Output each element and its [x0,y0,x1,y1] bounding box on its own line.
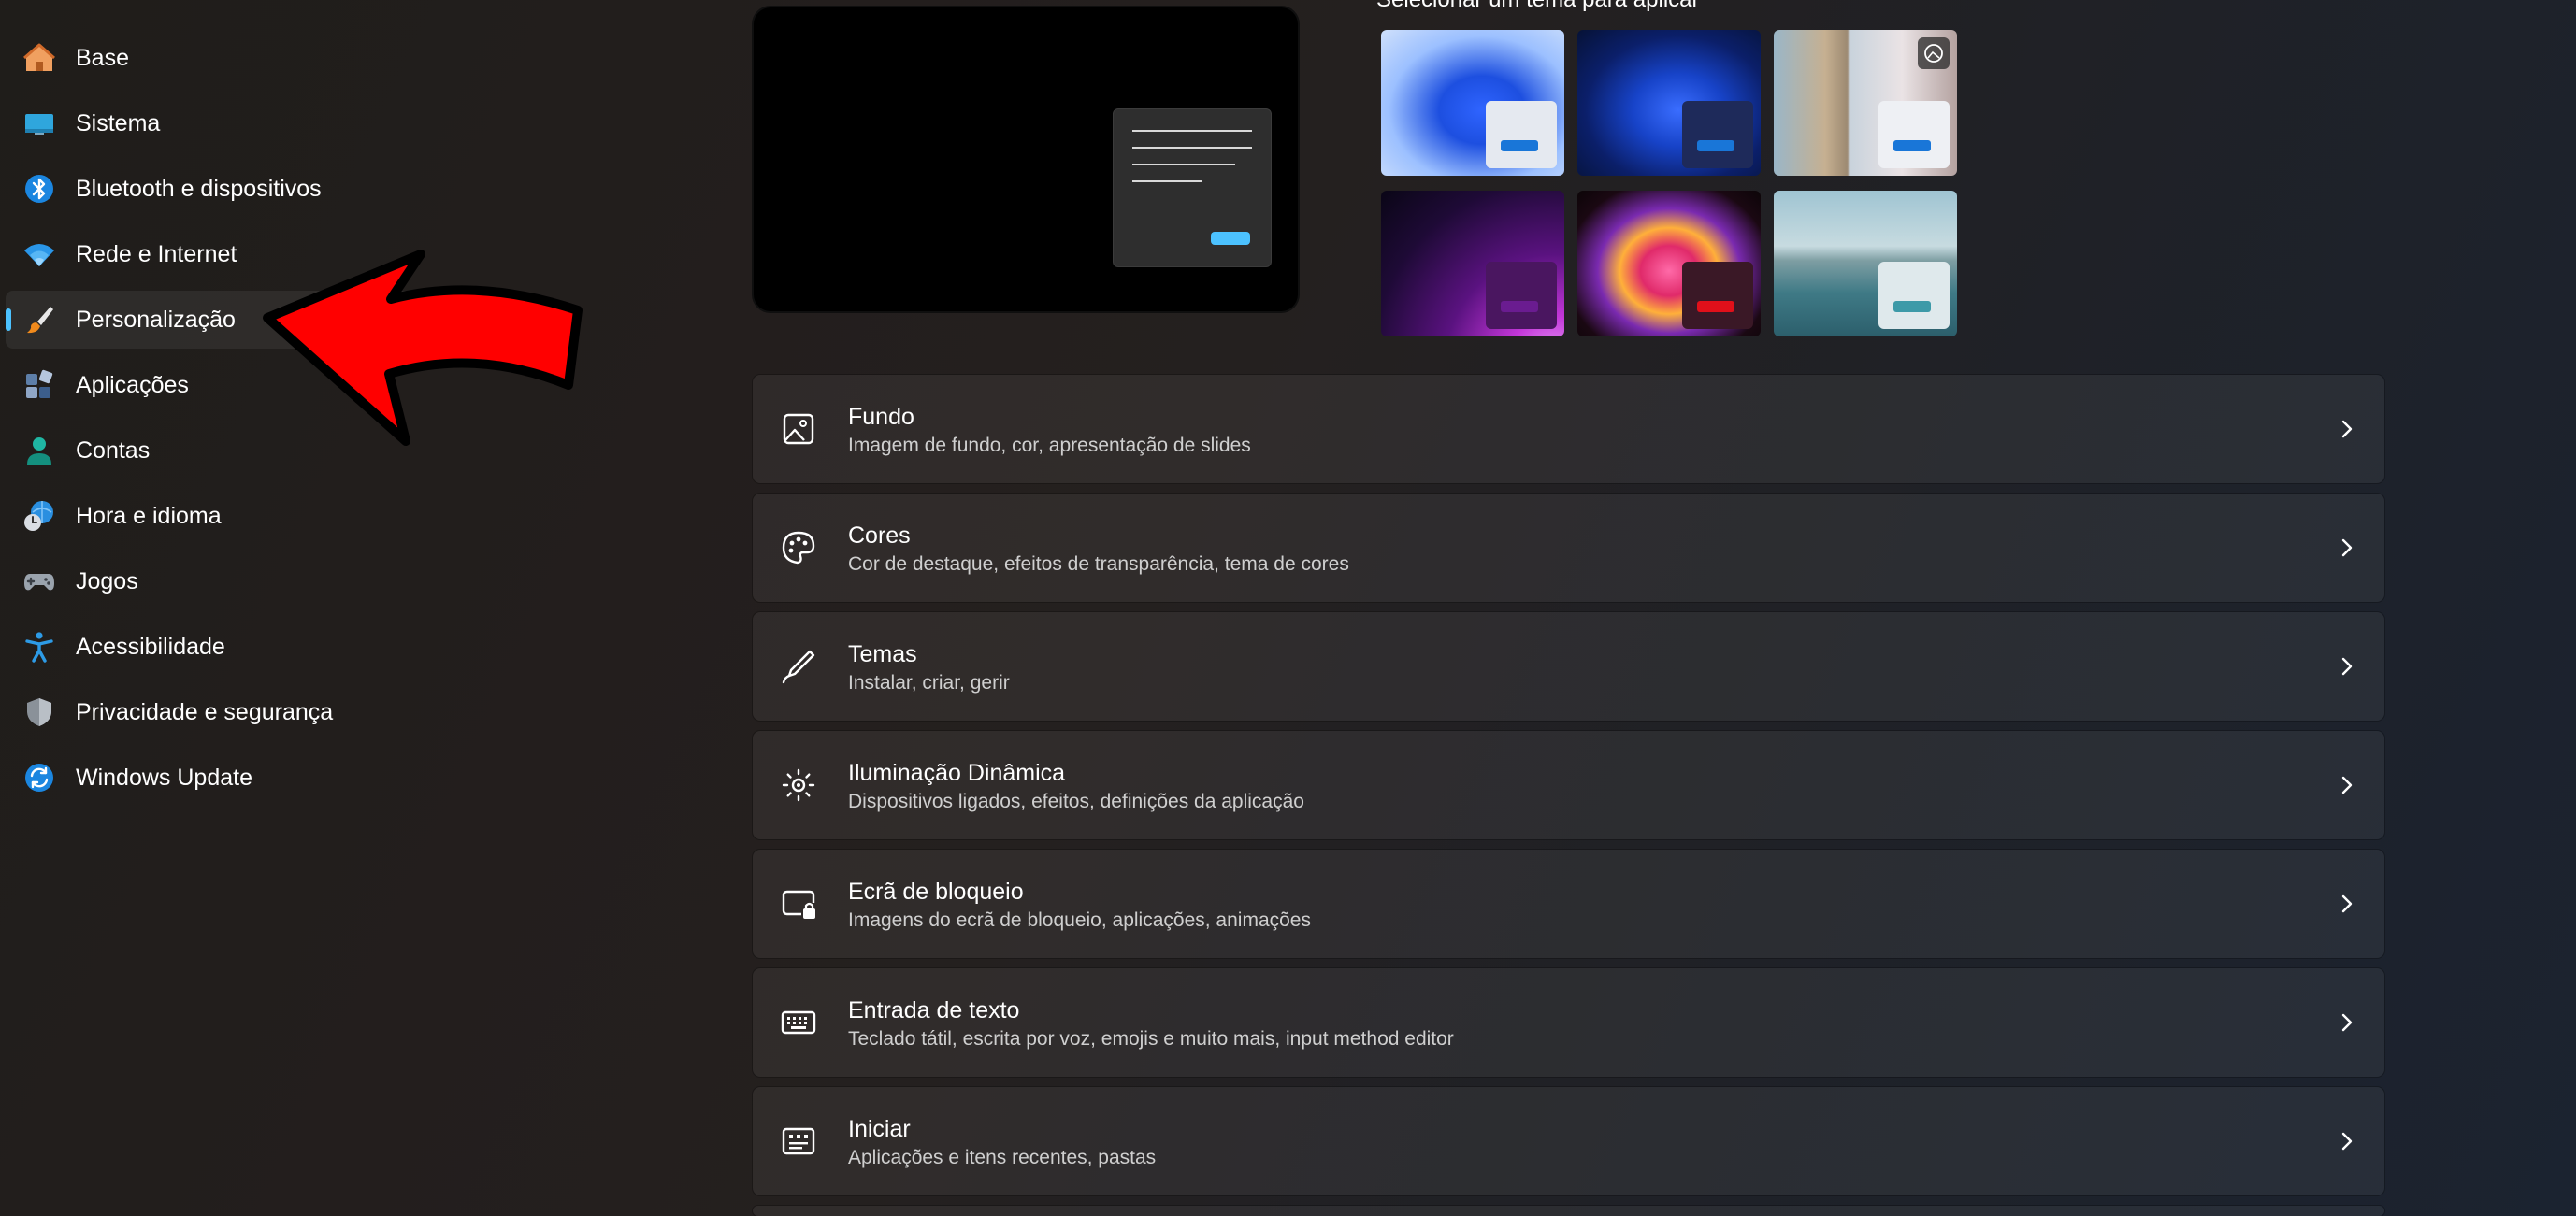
setting-title: Iniciar [848,1116,911,1142]
sidebar-item-base[interactable]: Base [6,29,460,87]
sidebar-item-label: Aplicações [76,372,189,398]
sidebar-item-label: Bluetooth e dispositivos [76,176,322,202]
start-icon [779,1122,818,1161]
setting-card-fundo[interactable]: Fundo Imagem de fundo, cor, apresentação… [753,375,2384,483]
setting-subtitle: Teclado tátil, escrita por voz, emojis e… [848,1028,1454,1050]
chevron-right-icon [2334,1009,2360,1036]
setting-card-temas[interactable]: Temas Instalar, criar, gerir [753,612,2384,721]
setting-card-ecra-bloqueio[interactable]: Ecrã de bloqueio Imagens do ecrã de bloq… [753,850,2384,958]
accessibility-icon [22,630,56,664]
theme-tile-flower[interactable] [1774,30,1957,176]
theme-preview [752,6,1300,313]
person-icon [22,434,56,467]
wifi-icon [22,237,56,271]
sidebar-item-windows-update[interactable]: Windows Update [6,749,460,807]
sidebar-item-acessibilidade[interactable]: Acessibilidade [6,618,460,676]
setting-card-entrada-texto[interactable]: Entrada de texto Teclado tátil, escrita … [753,968,2384,1077]
keyboard-icon [779,1003,818,1042]
chevron-right-icon [2334,653,2360,680]
chevron-right-icon [2334,535,2360,561]
sidebar-item-hora[interactable]: Hora e idioma [6,487,460,545]
setting-title: Ecrã de bloqueio [848,879,1024,905]
setting-subtitle: Instalar, criar, gerir [848,672,1010,694]
setting-card-partial[interactable] [753,1206,2384,1216]
theme-tile-glow[interactable] [1381,191,1564,336]
theme-tile-windows-light[interactable] [1381,30,1564,176]
chevron-right-icon [2334,1128,2360,1154]
brush-icon [22,303,56,336]
themes-caption: Selecionar um tema para aplicar [1376,0,1700,13]
setting-title: Cores [848,522,911,549]
setting-subtitle: Imagens do ecrã de bloqueio, aplicações,… [848,909,1311,931]
lock-screen-icon [779,884,818,923]
settings-window: Base Sistema Bluetooth e dispositivos Re… [0,0,2576,1216]
preview-accent-button [1211,232,1250,245]
setting-subtitle: Dispositivos ligados, efeitos, definiçõe… [848,791,1304,812]
sidebar-item-jogos[interactable]: Jogos [6,552,460,610]
setting-card-cores[interactable]: Cores Cor de destaque, efeitos de transp… [753,494,2384,602]
sidebar-item-label: Hora e idioma [76,503,222,529]
sidebar-item-label: Acessibilidade [76,634,225,660]
palette-icon [779,528,818,567]
sidebar-item-label: Privacidade e segurança [76,699,334,725]
sidebar-item-label: Contas [76,437,151,464]
clock-globe-icon [22,499,56,533]
sun-icon [779,765,818,805]
sidebar-item-label: Sistema [76,110,161,136]
sidebar-item-privacidade[interactable]: Privacidade e segurança [6,683,460,741]
chevron-right-icon [2334,891,2360,917]
camera-badge-icon [1918,37,1950,69]
sidebar-item-label: Rede e Internet [76,241,237,267]
setting-title: Fundo [848,404,914,430]
monitor-icon [22,107,56,140]
image-icon [779,409,818,449]
theme-tile-captured-motion[interactable] [1577,191,1761,336]
apps-icon [22,368,56,402]
theme-tile-sunrise-lake[interactable] [1774,191,1957,336]
sidebar-nav: Base Sistema Bluetooth e dispositivos Re… [0,0,580,1216]
sidebar-item-label: Windows Update [76,765,252,791]
sidebar-item-label: Base [76,45,129,71]
setting-card-iluminacao[interactable]: Iluminação Dinâmica Dispositivos ligados… [753,731,2384,839]
theme-tile-windows-dark[interactable] [1577,30,1761,176]
bluetooth-icon [22,172,56,206]
preview-window [1113,108,1272,267]
sidebar-item-sistema[interactable]: Sistema [6,94,460,152]
sidebar-item-bluetooth[interactable]: Bluetooth e dispositivos [6,160,460,218]
home-icon [22,41,56,75]
chevron-right-icon [2334,416,2360,442]
chevron-right-icon [2334,772,2360,798]
setting-subtitle: Imagem de fundo, cor, apresentação de sl… [848,435,1251,456]
gamepad-icon [22,565,56,598]
annotation-arrow-icon [263,250,583,446]
setting-title: Entrada de texto [848,997,1020,1023]
sidebar-item-label: Personalização [76,307,236,333]
shield-icon [22,695,56,729]
setting-title: Temas [848,641,917,667]
sync-icon [22,761,56,794]
setting-subtitle: Aplicações e itens recentes, pastas [848,1147,1157,1168]
sidebar-item-label: Jogos [76,568,138,594]
setting-subtitle: Cor de destaque, efeitos de transparênci… [848,553,1349,575]
setting-title: Iluminação Dinâmica [848,760,1066,786]
pen-icon [779,647,818,686]
setting-card-iniciar[interactable]: Iniciar Aplicações e itens recentes, pas… [753,1087,2384,1195]
